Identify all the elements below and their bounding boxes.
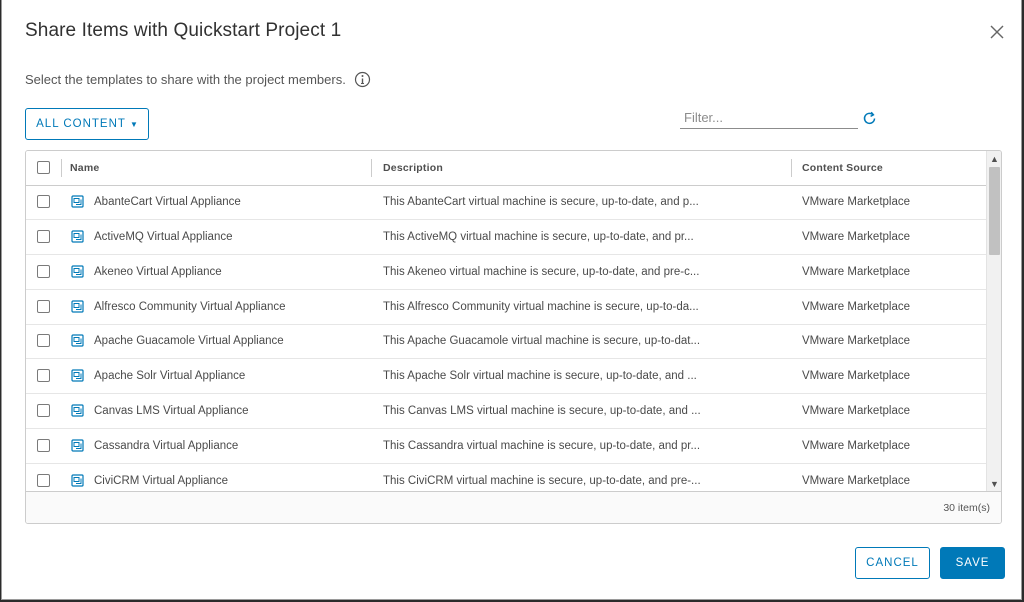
vm-template-icon — [71, 265, 84, 278]
table-row[interactable]: Canvas LMS Virtual Appliance This Canvas … — [26, 394, 986, 430]
cell-content-source: VMware Marketplace — [802, 230, 911, 243]
dialog-title: Share Items with Quickstart Project 1 — [25, 20, 342, 41]
cell-description: This Apache Guacamole virtual machine is… — [383, 335, 701, 348]
table-row[interactable]: AbanteCart Virtual Appliance This AbanteC… — [26, 185, 986, 220]
vm-template-icon — [71, 439, 84, 452]
refresh-icon[interactable] — [861, 110, 878, 127]
row-checkbox[interactable] — [37, 334, 50, 348]
cell-name: Apache Solr Virtual Appliance — [94, 370, 246, 383]
dialog-subtitle: Select the templates to share with the p… — [25, 71, 371, 88]
cell-description: This Apache Solr virtual machine is secu… — [383, 370, 697, 383]
cell-description: This CiviCRM virtual machine is secure, … — [383, 474, 701, 487]
datagrid-header: Name Description Content Source — [26, 151, 986, 186]
cell-content-source: VMware Marketplace — [802, 370, 911, 383]
cell-name: Akeneo Virtual Appliance — [94, 265, 222, 278]
subtitle-text: Select the templates to share with the p… — [25, 72, 346, 87]
table-row[interactable]: Apache Solr Virtual Appliance This Apache… — [26, 359, 986, 395]
row-checkbox[interactable] — [37, 195, 50, 208]
column-header-name[interactable]: Name — [70, 151, 99, 185]
table-row[interactable]: CiviCRM Virtual Appliance This CiviCRM vi… — [26, 464, 986, 491]
cell-content-source: VMware Marketplace — [802, 196, 911, 208]
cell-content-source: VMware Marketplace — [802, 335, 911, 348]
table-row[interactable]: Akeneo Virtual Appliance This Akeneo virt… — [26, 255, 986, 290]
close-icon[interactable] — [988, 23, 1006, 41]
column-separator — [61, 159, 62, 177]
cell-name: ActiveMQ Virtual Appliance — [94, 230, 233, 243]
row-checkbox[interactable] — [37, 229, 50, 243]
all-content-dropdown[interactable]: ALL CONTENT ▼ — [25, 108, 149, 140]
cell-content-source: VMware Marketplace — [802, 300, 911, 313]
cell-content-source: VMware Marketplace — [802, 474, 911, 487]
vm-template-icon — [71, 369, 84, 382]
row-checkbox[interactable] — [37, 264, 50, 278]
row-checkbox[interactable] — [37, 299, 50, 313]
cell-description: This Akeneo virtual machine is secure, u… — [383, 265, 700, 278]
cell-content-source: VMware Marketplace — [802, 405, 911, 418]
cell-description: This Canvas LMS virtual machine is secur… — [383, 405, 701, 418]
cell-description: This AbanteCart virtual machine is secur… — [383, 196, 699, 208]
item-count: 30 item(s) — [943, 502, 990, 514]
vertical-scrollbar[interactable]: ▲ ▼ — [986, 151, 1001, 491]
table-row[interactable]: Alfresco Community Virtual Appliance This… — [26, 290, 986, 325]
column-separator[interactable] — [371, 159, 372, 177]
vm-template-icon — [71, 474, 84, 487]
row-checkbox[interactable] — [37, 369, 50, 383]
save-button[interactable]: SAVE — [940, 547, 1005, 579]
cell-name: CiviCRM Virtual Appliance — [94, 474, 229, 487]
share-items-dialog: Share Items with Quickstart Project 1 Se… — [1, 0, 1022, 600]
cell-content-source: VMware Marketplace — [802, 265, 911, 278]
column-header-content-source[interactable]: Content Source — [802, 151, 883, 185]
cell-name: Apache Guacamole Virtual Appliance — [94, 335, 284, 348]
vm-template-icon — [71, 195, 84, 208]
cell-name: Cassandra Virtual Appliance — [94, 439, 239, 452]
datagrid-body: AbanteCart Virtual Appliance This AbanteC… — [26, 185, 986, 491]
table-row[interactable]: Cassandra Virtual Appliance This Cassandr… — [26, 429, 986, 464]
select-all-checkbox[interactable] — [37, 161, 50, 174]
scroll-down-arrow-icon[interactable]: ▼ — [990, 479, 999, 489]
all-content-label: ALL CONTENT — [36, 118, 126, 130]
cell-name: Canvas LMS Virtual Appliance — [94, 405, 249, 418]
filter-field — [680, 108, 858, 129]
vm-template-icon — [71, 230, 84, 243]
table-row[interactable]: Apache Guacamole Virtual Appliance This A… — [26, 324, 986, 360]
cell-name: AbanteCart Virtual Appliance — [94, 196, 241, 208]
scroll-up-arrow-icon[interactable]: ▲ — [990, 154, 999, 164]
column-header-description[interactable]: Description — [383, 151, 443, 185]
info-icon[interactable] — [354, 71, 371, 88]
table-row[interactable]: ActiveMQ Virtual Appliance This ActiveMQ … — [26, 220, 986, 255]
row-checkbox[interactable] — [37, 438, 50, 452]
cancel-button[interactable]: CANCEL — [855, 547, 930, 579]
cell-description: This ActiveMQ virtual machine is secure,… — [383, 230, 694, 243]
filter-input[interactable] — [680, 108, 858, 126]
row-checkbox[interactable] — [37, 404, 50, 418]
cell-description: This Cassandra virtual machine is secure… — [383, 439, 701, 452]
column-separator[interactable] — [791, 159, 792, 177]
cell-content-source: VMware Marketplace — [802, 439, 911, 452]
templates-datagrid: Name Description Content Source AbanteCa… — [25, 150, 1002, 524]
row-checkbox[interactable] — [37, 473, 50, 487]
chevron-down-icon: ▼ — [129, 119, 138, 129]
scrollbar-thumb[interactable] — [989, 167, 1000, 255]
cell-description: This Alfresco Community virtual machine … — [383, 300, 699, 313]
vm-template-icon — [71, 299, 84, 313]
vm-template-icon — [71, 404, 84, 417]
datagrid-footer: 30 item(s) — [26, 491, 1001, 523]
cell-name: Alfresco Community Virtual Appliance — [94, 300, 286, 313]
vm-template-icon — [71, 334, 84, 347]
